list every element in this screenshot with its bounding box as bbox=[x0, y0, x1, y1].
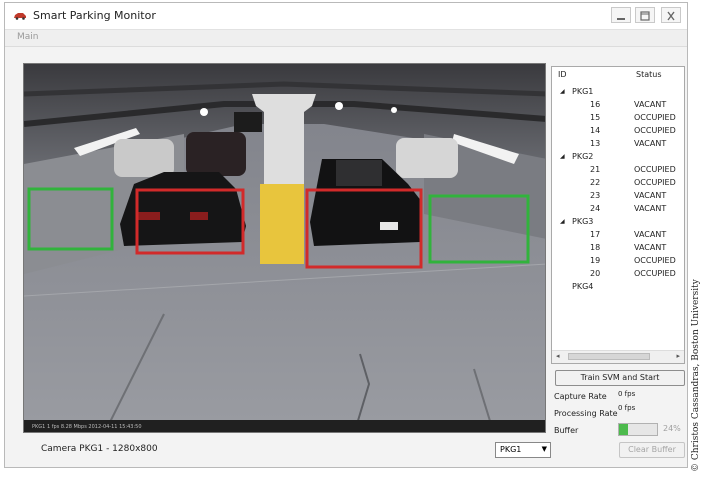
tree-group-label: PKG3 bbox=[572, 217, 594, 226]
spot-id: 23 bbox=[590, 191, 601, 200]
maximize-button[interactable] bbox=[635, 7, 655, 23]
spot-status: OCCUPIED bbox=[634, 178, 676, 187]
buffer-percent: 24% bbox=[663, 424, 681, 433]
tree-group-pkg4[interactable]: PKG4 bbox=[552, 280, 684, 293]
image-credit: © Christos Cassandras, Boston University bbox=[691, 279, 701, 472]
menu-bar: Main bbox=[5, 30, 687, 47]
tree-spot-row[interactable]: 13 VACANT bbox=[552, 137, 684, 150]
horizontal-scrollbar[interactable]: ◂ ▸ bbox=[552, 350, 684, 363]
tree-group-label: PKG1 bbox=[572, 87, 594, 96]
tree-group-label: PKG4 bbox=[572, 282, 594, 291]
spot-id: 24 bbox=[590, 204, 601, 213]
processing-rate-value: 0 fps bbox=[618, 404, 636, 412]
header-status: Status bbox=[636, 70, 662, 79]
spot-status: VACANT bbox=[634, 204, 667, 213]
spot-id: 14 bbox=[590, 126, 601, 135]
camera-label: Camera PKG1 - 1280x800 bbox=[41, 444, 158, 454]
tree-spot-row[interactable]: 20 OCCUPIED bbox=[552, 267, 684, 280]
clear-buffer-button[interactable]: Clear Buffer bbox=[619, 442, 685, 458]
car-icon bbox=[14, 13, 26, 20]
tree-group-pkg1[interactable]: ◢ PKG1 bbox=[552, 85, 684, 98]
parking-tree[interactable]: ID Status ◢ PKG1 16 VACANT 15 OCCUPIED 14 OCCUP… bbox=[551, 66, 685, 364]
expand-toggle-icon[interactable]: ◢ bbox=[560, 215, 565, 228]
buffer-label: Buffer bbox=[554, 426, 579, 435]
spot-status: VACANT bbox=[634, 243, 667, 252]
buffer-progress-fill bbox=[619, 424, 629, 435]
spot-id: 18 bbox=[590, 243, 601, 252]
capture-rate-label: Capture Rate bbox=[554, 392, 607, 401]
window-title: Smart Parking Monitor bbox=[33, 9, 156, 22]
minimize-button[interactable] bbox=[611, 7, 631, 23]
spot-id: 19 bbox=[590, 256, 601, 265]
spot-id: 17 bbox=[590, 230, 601, 239]
scroll-left-icon[interactable]: ◂ bbox=[556, 352, 560, 360]
spot-status: OCCUPIED bbox=[634, 165, 676, 174]
garage-scene bbox=[24, 64, 545, 432]
spot-status: VACANT bbox=[634, 100, 667, 109]
capture-rate-value: 0 fps bbox=[618, 390, 636, 398]
spot-id: 13 bbox=[590, 139, 601, 148]
tree-spot-row[interactable]: 19 OCCUPIED bbox=[552, 254, 684, 267]
tree-spot-row[interactable]: 24 VACANT bbox=[552, 202, 684, 215]
spot-status: VACANT bbox=[634, 191, 667, 200]
tree-spot-row[interactable]: 23 VACANT bbox=[552, 189, 684, 202]
tree-rows: ◢ PKG1 16 VACANT 15 OCCUPIED 14 OCCUPIED 13 VACAN… bbox=[552, 85, 684, 293]
processing-rate-label: Processing Rate bbox=[554, 409, 618, 418]
expand-toggle-icon[interactable]: ◢ bbox=[560, 85, 565, 98]
spot-status: OCCUPIED bbox=[634, 256, 676, 265]
spot-id: 15 bbox=[590, 113, 601, 122]
tree-group-pkg3[interactable]: ◢ PKG3 bbox=[552, 215, 684, 228]
spot-status: OCCUPIED bbox=[634, 126, 676, 135]
tree-spot-row[interactable]: 17 VACANT bbox=[552, 228, 684, 241]
spot-status: OCCUPIED bbox=[634, 269, 676, 278]
tree-spot-row[interactable]: 15 OCCUPIED bbox=[552, 111, 684, 124]
spot-id: 16 bbox=[590, 100, 601, 109]
title-bar: Smart Parking Monitor bbox=[5, 3, 687, 30]
app-window: Smart Parking Monitor Main PKG1 1 fps 8.… bbox=[4, 2, 688, 468]
scroll-right-icon[interactable]: ▸ bbox=[676, 352, 680, 360]
tree-spot-row[interactable]: 21 OCCUPIED bbox=[552, 163, 684, 176]
camera-select-value: PKG1 bbox=[500, 445, 522, 454]
spot-id: 22 bbox=[590, 178, 601, 187]
tree-spot-row[interactable]: 18 VACANT bbox=[552, 241, 684, 254]
tree-group-label: PKG2 bbox=[572, 152, 594, 161]
tree-spot-row[interactable]: 14 OCCUPIED bbox=[552, 124, 684, 137]
tree-group-pkg2[interactable]: ◢ PKG2 bbox=[552, 150, 684, 163]
maximize-icon bbox=[640, 11, 650, 21]
train-svm-button[interactable]: Train SVM and Start bbox=[555, 370, 685, 386]
expand-toggle-icon[interactable]: ◢ bbox=[560, 150, 565, 163]
buffer-progress bbox=[618, 423, 658, 436]
spot-id: 20 bbox=[590, 269, 601, 278]
tree-header: ID Status bbox=[552, 67, 684, 83]
menu-main[interactable]: Main bbox=[17, 32, 39, 42]
camera-select[interactable]: PKG1 ▼ bbox=[495, 442, 551, 458]
close-button[interactable] bbox=[661, 7, 681, 23]
minimize-icon bbox=[617, 18, 625, 20]
tree-spot-row[interactable]: 22 OCCUPIED bbox=[552, 176, 684, 189]
header-id: ID bbox=[558, 70, 567, 79]
camera-overlay-text: PKG1 1 fps 8.28 Mbps 2012-04-11 15:43:50 bbox=[32, 424, 142, 430]
chevron-down-icon: ▼ bbox=[541, 445, 547, 453]
camera-view: PKG1 1 fps 8.28 Mbps 2012-04-11 15:43:50 bbox=[23, 63, 546, 433]
spot-id: 21 bbox=[590, 165, 601, 174]
close-icon bbox=[667, 11, 675, 21]
spot-status: VACANT bbox=[634, 139, 667, 148]
spot-status: VACANT bbox=[634, 230, 667, 239]
tree-spot-row[interactable]: 16 VACANT bbox=[552, 98, 684, 111]
spot-status: OCCUPIED bbox=[634, 113, 676, 122]
scroll-thumb[interactable] bbox=[568, 353, 650, 360]
